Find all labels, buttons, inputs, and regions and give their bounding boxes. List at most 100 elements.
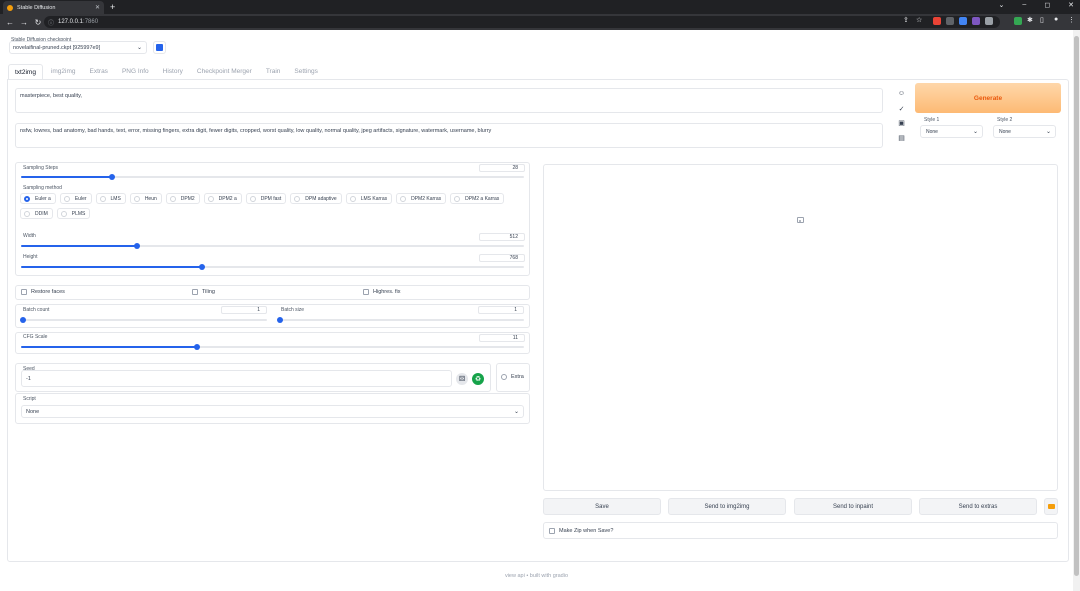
- open-folder-button[interactable]: [1044, 498, 1058, 515]
- height-slider[interactable]: [21, 264, 524, 270]
- chevron-down-icon: ⌄: [972, 129, 978, 135]
- sampling-steps-number[interactable]: 28: [479, 164, 525, 172]
- sampler-euler[interactable]: Euler: [59, 193, 92, 204]
- clipboard-icon[interactable]: ▤: [896, 132, 907, 143]
- browser-tab[interactable]: Stable Diffusion ✕: [3, 1, 104, 14]
- checkpoint-select[interactable]: novelaifinal-pruned.ckpt [925997e9] ⌄: [9, 41, 147, 54]
- close-window-icon[interactable]: ✕: [1068, 1, 1074, 9]
- menu-kebab-icon[interactable]: ⋮: [1068, 16, 1075, 24]
- new-tab-button[interactable]: +: [110, 2, 115, 12]
- sampler-dpm-adaptive[interactable]: DPM adaptive: [290, 193, 342, 204]
- sampler-heun[interactable]: Heun: [129, 193, 162, 204]
- script-select[interactable]: None ⌄: [21, 405, 524, 418]
- sampler-dpm2[interactable]: DPM2: [165, 193, 200, 204]
- send-to-extras-button[interactable]: Send to extras: [919, 498, 1037, 515]
- main-tabs: txt2img img2img Extras PNG Info History …: [8, 64, 326, 80]
- extension-icon[interactable]: [946, 17, 954, 25]
- batch-count-number[interactable]: 1: [221, 306, 267, 314]
- extension-icon[interactable]: [959, 17, 967, 25]
- extension-icon[interactable]: [985, 17, 993, 25]
- sampling-steps-slider[interactable]: [21, 174, 524, 180]
- favicon-icon: [7, 4, 13, 11]
- width-slider[interactable]: [21, 243, 524, 249]
- tab-png-info[interactable]: PNG Info: [116, 64, 155, 80]
- share-icon[interactable]: ⇪: [903, 16, 909, 24]
- save-style-icon[interactable]: ▣: [896, 117, 907, 128]
- slider-thumb[interactable]: [133, 243, 140, 249]
- sampler-dpm2-a-karras[interactable]: DPM2 a Karras: [450, 193, 505, 204]
- highres-fix-checkbox[interactable]: Highres. fix: [363, 289, 401, 295]
- height-label: Height: [23, 254, 38, 260]
- sidebar-icon[interactable]: ▯: [1040, 16, 1044, 24]
- sampler-dpm2-a[interactable]: DPM2 a: [203, 193, 242, 204]
- batch-size-number[interactable]: 1: [478, 306, 524, 314]
- style1-select[interactable]: None ⌄: [920, 125, 983, 138]
- width-number[interactable]: 512: [479, 233, 525, 241]
- tab-txt2img[interactable]: txt2img: [8, 64, 43, 80]
- cfg-scale-slider[interactable]: [21, 344, 524, 350]
- extension-icon[interactable]: [1014, 17, 1022, 25]
- save-button[interactable]: Save: [543, 498, 661, 515]
- reload-icon[interactable]: ↻: [34, 18, 42, 27]
- send-to-inpaint-button[interactable]: Send to inpaint: [794, 498, 912, 515]
- dice-icon[interactable]: ⚄: [456, 373, 468, 385]
- tab-settings[interactable]: Settings: [288, 64, 324, 80]
- extra-seed-checkbox[interactable]: Extra: [501, 374, 524, 380]
- extension-icon[interactable]: [933, 17, 941, 25]
- sampler-euler-a[interactable]: Euler a: [20, 193, 56, 204]
- sampler-dpm-fast[interactable]: DPM fast: [245, 193, 287, 204]
- tab-train[interactable]: Train: [260, 64, 287, 80]
- sampler-ddim[interactable]: DDIM: [20, 208, 53, 219]
- slider-thumb[interactable]: [20, 317, 26, 323]
- address-bar[interactable]: ⓘ 127.0.0.1:7860: [44, 16, 1000, 28]
- footer[interactable]: view api • built with gradio: [0, 573, 1073, 579]
- tab-checkpoint-merger[interactable]: Checkpoint Merger: [191, 64, 258, 80]
- image-placeholder-icon: [797, 217, 804, 223]
- emoji-icon[interactable]: ☺: [896, 88, 907, 99]
- make-zip-checkbox[interactable]: Make Zip when Save?: [549, 528, 613, 534]
- style1-value: None: [926, 128, 938, 135]
- back-icon[interactable]: ←: [6, 18, 14, 27]
- extension-icon[interactable]: [972, 17, 980, 25]
- site-info-icon[interactable]: ⓘ: [48, 18, 54, 27]
- send-to-img2img-button[interactable]: Send to img2img: [668, 498, 786, 515]
- height-number[interactable]: 768: [479, 254, 525, 262]
- seed-input[interactable]: -1: [21, 370, 452, 387]
- maximize-icon[interactable]: ◻: [1044, 1, 1050, 9]
- tab-img2img[interactable]: img2img: [45, 64, 82, 80]
- restore-faces-checkbox[interactable]: Restore faces: [21, 289, 65, 295]
- url-host: 127.0.0.1: [58, 19, 84, 25]
- extensions-puzzle-icon[interactable]: ✱: [1027, 16, 1033, 24]
- tab-extras[interactable]: Extras: [84, 64, 114, 80]
- minimize-icon[interactable]: –: [1022, 1, 1026, 9]
- cfg-scale-number[interactable]: 11: [479, 334, 525, 342]
- refresh-icon: [156, 44, 163, 51]
- page-scrollbar[interactable]: [1073, 30, 1080, 591]
- slider-thumb[interactable]: [277, 317, 283, 323]
- chevron-down-icon[interactable]: ⌄: [999, 1, 1005, 9]
- checkmark-icon[interactable]: ✓: [896, 103, 907, 114]
- profile-icon[interactable]: ●: [1054, 16, 1058, 23]
- slider-thumb[interactable]: [108, 174, 115, 180]
- refresh-checkpoint-button[interactable]: [153, 41, 166, 54]
- batch-count-slider[interactable]: [20, 317, 267, 323]
- scrollbar-thumb[interactable]: [1074, 36, 1079, 576]
- sampler-lms[interactable]: LMS: [95, 193, 126, 204]
- close-tab-icon[interactable]: ✕: [95, 4, 100, 11]
- slider-thumb[interactable]: [194, 344, 201, 350]
- bookmark-star-icon[interactable]: ☆: [916, 16, 922, 24]
- folder-icon: [1047, 504, 1055, 509]
- tab-history[interactable]: History: [157, 64, 189, 80]
- prompt-input[interactable]: masterpiece, best quality,: [15, 88, 883, 113]
- forward-icon[interactable]: →: [20, 18, 28, 27]
- sampler-dpm2-karras[interactable]: DPM2 Karras: [396, 193, 447, 204]
- batch-size-slider[interactable]: [277, 317, 524, 323]
- style2-select[interactable]: None ⌄: [993, 125, 1056, 138]
- generate-button[interactable]: Generate: [915, 83, 1061, 113]
- sampler-plms[interactable]: PLMS: [56, 208, 91, 219]
- tiling-checkbox[interactable]: Tiling: [192, 289, 215, 295]
- output-gallery[interactable]: [543, 164, 1058, 491]
- negative-prompt-input[interactable]: nsfw, lowres, bad anatomy, bad hands, te…: [15, 123, 883, 148]
- sampler-lms-karras[interactable]: LMS Karras: [345, 193, 393, 204]
- recycle-icon[interactable]: ♻: [472, 373, 484, 385]
